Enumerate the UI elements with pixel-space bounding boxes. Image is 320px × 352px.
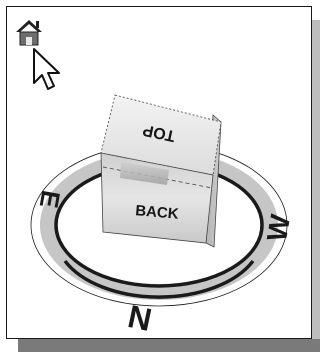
compass-label-west[interactable]: W	[261, 212, 296, 244]
viewcube-panel: TOP BACK N E W	[6, 6, 312, 339]
viewcube[interactable]: TOP BACK	[100, 94, 222, 248]
viewcube-scene: TOP BACK N E W	[30, 94, 296, 338]
panel-shadow	[312, 20, 320, 352]
home-icon	[16, 20, 42, 46]
home-button[interactable]	[12, 17, 46, 49]
panel-shadow	[18, 339, 320, 352]
